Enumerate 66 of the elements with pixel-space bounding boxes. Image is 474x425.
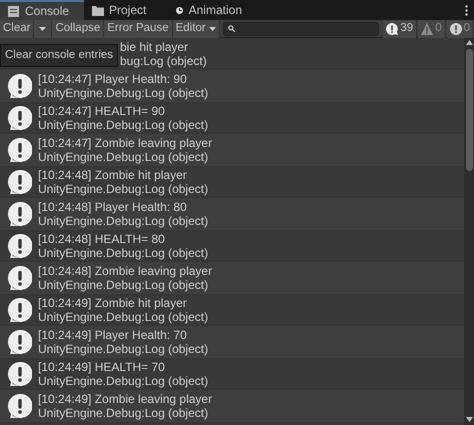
- error-icon: [450, 22, 462, 34]
- log-source: UnityEngine.Debug:Log (object): [38, 406, 210, 420]
- message-bubble-icon: [8, 106, 32, 130]
- message-bubble-icon: [8, 234, 32, 258]
- message-bubble-icon: [8, 74, 32, 98]
- log-source: UnityEngine.Debug:Log (object): [38, 214, 208, 228]
- tab[interactable]: Animation: [168, 0, 252, 20]
- log-source: UnityEngine.Debug:Log (object): [38, 278, 210, 292]
- log-message: [10:24:48] Player Health: 80: [38, 200, 188, 214]
- log-source: UnityEngine.Debug:Log (object): [38, 182, 208, 196]
- log-source: UnityEngine.Debug:Log (object): [38, 310, 208, 324]
- log-message: [10:24:48] HEALTH= 80: [38, 232, 166, 246]
- count-toggle[interactable]: 39: [383, 20, 418, 38]
- log-message: [10:24:49] Player Health: 70: [38, 328, 188, 342]
- log-entry[interactable]: [10:24:49] Zombie leaving player UnityEngine.Debug:Log (object): [0, 390, 464, 422]
- log-source: UnityEngine.Debug:Log (object): [38, 150, 210, 164]
- info-icon: [386, 22, 398, 34]
- caret-icon: [39, 26, 46, 30]
- message-bubble-icon: [8, 330, 32, 354]
- message-bubble-icon: [8, 394, 32, 418]
- log-message: [10:24:47] Player Health: 90: [38, 72, 188, 86]
- scroll-up-icon[interactable]: [466, 40, 472, 45]
- error-pause-button[interactable]: Error Pause: [104, 20, 173, 38]
- log-entry[interactable]: [10:24:47] Zombie leaving player UnityEngine.Debug:Log (object): [0, 134, 464, 166]
- collapse-button[interactable]: Collapse: [52, 20, 104, 38]
- folder-icon: [92, 4, 104, 16]
- log-entry[interactable]: [10:24:48] Player Health: 80 UnityEngine.Debug:Log (object): [0, 198, 464, 230]
- message-bubble-icon: [8, 138, 32, 162]
- message-bubble-icon: [8, 266, 32, 290]
- tab[interactable]: Project: [84, 0, 168, 20]
- message-bubble-icon: [8, 170, 32, 194]
- message-bubble-icon: [8, 202, 32, 226]
- editor-dropdown[interactable]: Editor: [172, 20, 220, 38]
- log-message: [10:24:49] HEALTH= 70: [38, 360, 166, 374]
- log-entry[interactable]: [10:24:48] Zombie leaving player UnityEngine.Debug:Log (object): [0, 262, 464, 294]
- log-message: [10:24:49] Zombie leaving player: [38, 392, 212, 406]
- scrollbar[interactable]: [464, 38, 474, 425]
- message-bubble-icon: [8, 362, 32, 386]
- warning-icon: [421, 22, 434, 34]
- log-message: [10:24:47] Zombie leaving player: [38, 136, 212, 150]
- search-field[interactable]: [222, 22, 380, 36]
- log-source: bug:Log (object): [120, 54, 207, 68]
- log-source: UnityEngine.Debug:Log (object): [38, 118, 208, 132]
- log-source: UnityEngine.Debug:Log (object): [38, 86, 208, 100]
- search-icon: [228, 25, 235, 32]
- log-entry[interactable]: [10:24:49] Player Health: 70 UnityEngine.Debug:Log (object): [0, 326, 464, 358]
- scroll-thumb[interactable]: [466, 49, 472, 171]
- log-source: UnityEngine.Debug:Log (object): [38, 374, 208, 388]
- tooltip: Clear console entries: [0, 44, 118, 68]
- message-bubble-icon: [8, 298, 32, 322]
- log-source: UnityEngine.Debug:Log (object): [38, 342, 208, 356]
- menu-icon[interactable]: [465, 4, 468, 16]
- console-icon: [8, 6, 20, 16]
- clear-button[interactable]: Clear: [0, 20, 34, 38]
- log-message: [10:24:49] Zombie hit player: [38, 296, 188, 310]
- log-source: UnityEngine.Debug:Log (object): [38, 246, 208, 260]
- scroll-down-icon[interactable]: [466, 417, 472, 422]
- log-message: [10:24:48] Zombie hit player: [38, 168, 188, 182]
- clock-icon: [176, 4, 184, 16]
- log-entry[interactable]: [10:24:47] Player Health: 90 UnityEngine.Debug:Log (object): [0, 70, 464, 102]
- tab[interactable]: Console: [0, 0, 84, 20]
- dropdown-button[interactable]: [34, 20, 52, 38]
- caret-icon: [208, 26, 216, 30]
- log-message: [10:24:48] Zombie leaving player: [38, 264, 212, 278]
- log-message: [10:24:47] HEALTH= 90: [38, 104, 166, 118]
- log-message: bie hit player: [120, 40, 190, 54]
